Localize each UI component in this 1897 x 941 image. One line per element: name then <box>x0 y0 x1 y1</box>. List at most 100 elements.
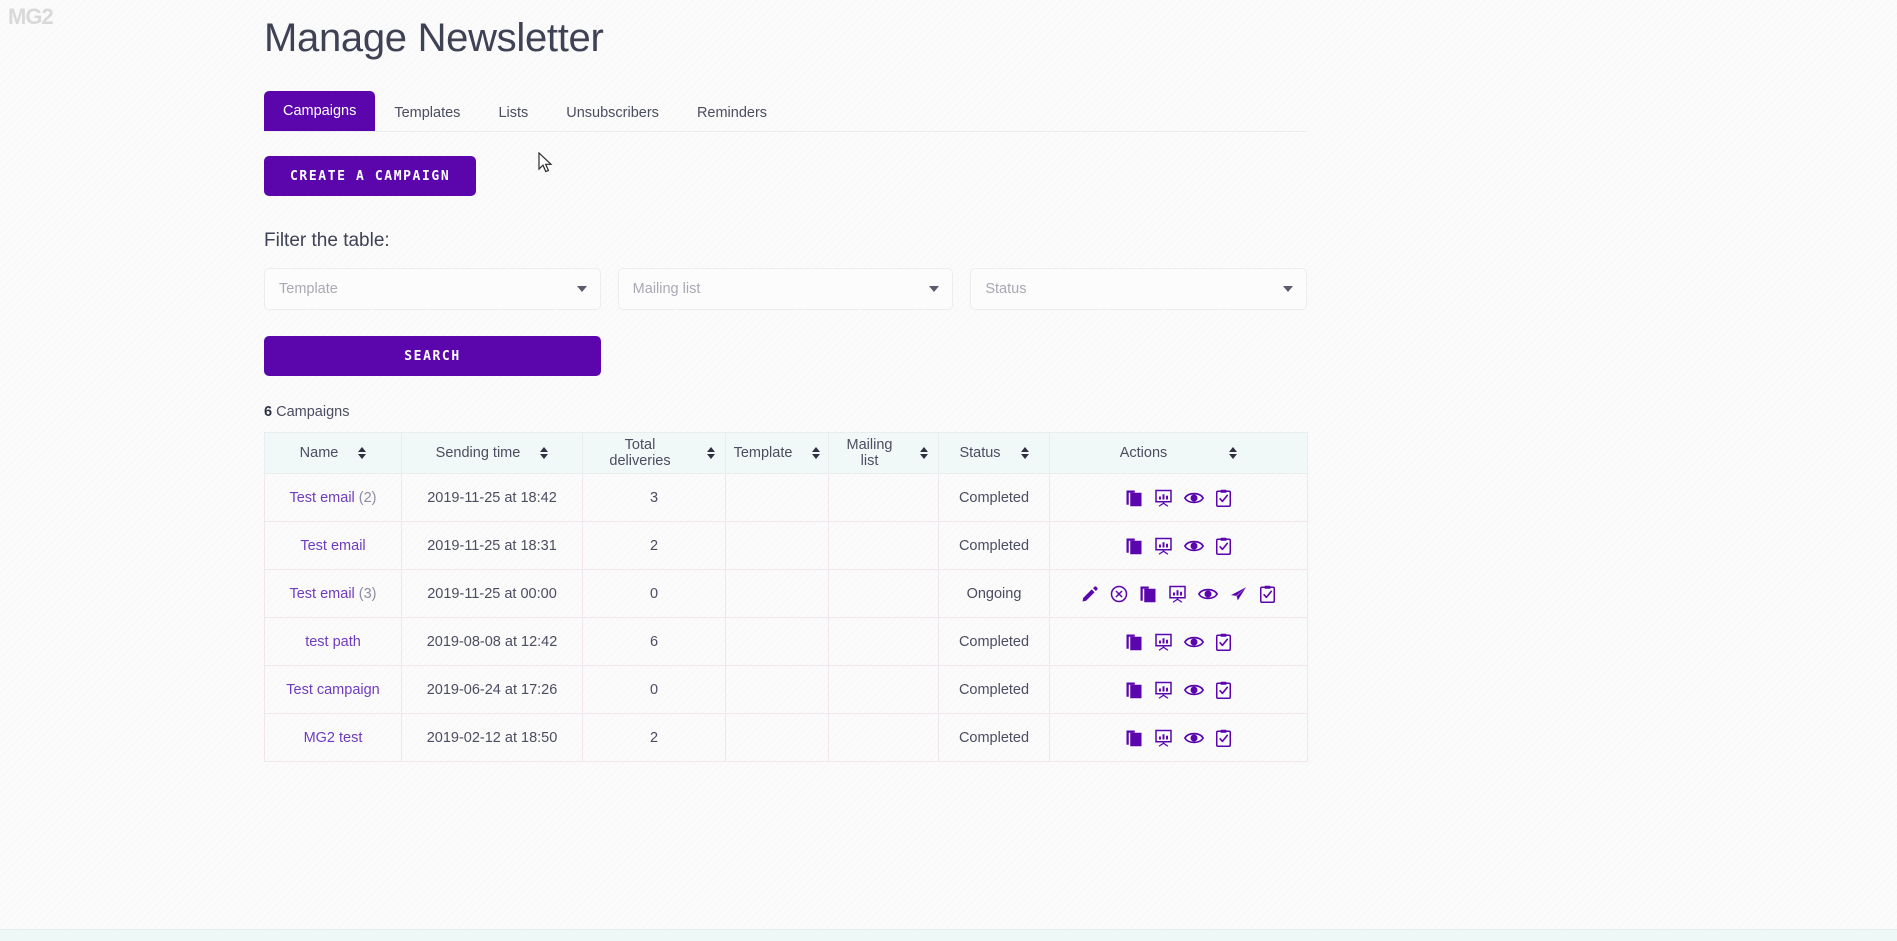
campaign-name-link[interactable]: Test campaign <box>286 682 380 698</box>
cell-name: test path <box>264 617 402 666</box>
copy-icon[interactable] <box>1125 537 1143 555</box>
tab-lists[interactable]: Lists <box>479 95 547 132</box>
cell-sending-time: 2019-08-08 at 12:42 <box>401 617 583 666</box>
results-count-label: Campaigns <box>272 404 350 420</box>
campaign-name-link[interactable]: Test email (2) <box>289 490 376 506</box>
create-campaign-button[interactable]: CREATE A CAMPAIGN <box>264 156 477 196</box>
tab-campaigns[interactable]: Campaigns <box>264 90 376 131</box>
mg2-watermark: MG2 <box>8 4 54 29</box>
clipboard-icon[interactable] <box>1215 729 1232 747</box>
tab-templates[interactable]: Templates <box>375 95 479 132</box>
statistics-icon[interactable] <box>1154 489 1173 507</box>
cell-sending-time: 2019-11-25 at 18:42 <box>401 473 583 522</box>
cell-total-deliveries: 3 <box>582 473 726 522</box>
statistics-icon[interactable] <box>1154 633 1173 651</box>
clipboard-icon[interactable] <box>1259 585 1276 603</box>
clipboard-icon <box>1216 537 1231 555</box>
clipboard-icon[interactable] <box>1215 633 1232 651</box>
template-select-placeholder: Template <box>279 281 338 297</box>
cell-mailing-list <box>828 665 939 714</box>
clipboard-icon[interactable] <box>1215 489 1232 507</box>
cell-template <box>725 473 829 522</box>
copy-icon[interactable] <box>1125 489 1143 507</box>
sort-icon[interactable] <box>1229 447 1238 459</box>
table-row: test path 2019-08-08 at 12:42 6 Completed <box>264 617 1308 666</box>
preview-icon <box>1198 588 1218 599</box>
cell-status: Completed <box>938 617 1050 666</box>
tab-reminders[interactable]: Reminders <box>678 95 786 132</box>
table-row: Test email (2) 2019-11-25 at 18:42 3 Comple… <box>264 473 1308 522</box>
results-count: 6 Campaigns <box>264 404 1307 420</box>
cell-total-deliveries: 2 <box>582 713 726 762</box>
cell-status: Ongoing <box>938 569 1050 618</box>
status-select[interactable]: Status <box>970 268 1308 310</box>
column-header-actions[interactable]: Actions <box>1049 432 1308 474</box>
cell-template <box>725 713 829 762</box>
campaigns-table: Name Sending time Total deliveries Templ… <box>264 432 1308 762</box>
campaign-name-link[interactable]: MG2 test <box>304 730 363 746</box>
cell-sending-time: 2019-06-24 at 17:26 <box>401 665 583 714</box>
statistics-icon[interactable] <box>1154 681 1173 699</box>
column-header-mailing-list[interactable]: Mailing list <box>828 432 939 474</box>
table-row: Test campaign 2019-06-24 at 17:26 0 Complet… <box>264 665 1308 714</box>
mailing-list-select[interactable]: Mailing list <box>617 268 954 310</box>
cell-mailing-list <box>828 617 939 666</box>
copy-icon[interactable] <box>1139 585 1157 603</box>
clipboard-icon <box>1216 633 1231 651</box>
copy-icon <box>1126 490 1142 506</box>
column-header-total-deliveries[interactable]: Total deliveries <box>582 432 726 474</box>
cell-actions <box>1049 665 1308 714</box>
preview-icon[interactable] <box>1198 585 1218 603</box>
cell-sending-time: 2019-11-25 at 18:31 <box>401 521 583 570</box>
statistics-icon[interactable] <box>1168 585 1187 603</box>
cell-mailing-list <box>828 569 939 618</box>
tab-unsubscribers[interactable]: Unsubscribers <box>547 95 678 132</box>
preview-icon[interactable] <box>1184 633 1204 651</box>
preview-icon[interactable] <box>1184 681 1204 699</box>
results-count-number: 6 <box>264 404 273 420</box>
column-label: Mailing list <box>846 437 893 469</box>
page-title: Manage Newsletter <box>264 16 604 60</box>
cell-total-deliveries: 6 <box>582 617 726 666</box>
cell-mailing-list <box>828 473 939 522</box>
campaign-name-link[interactable]: Test email (3) <box>289 586 376 602</box>
sort-icon[interactable] <box>812 447 821 459</box>
filter-section-label: Filter the table: <box>264 230 390 251</box>
column-label: Sending time <box>435 445 521 461</box>
sort-icon[interactable] <box>920 447 928 459</box>
sort-icon[interactable] <box>540 447 549 459</box>
copy-icon[interactable] <box>1125 633 1143 651</box>
column-header-name[interactable]: Name <box>264 432 402 474</box>
cancel-icon[interactable] <box>1110 585 1128 603</box>
copy-icon <box>1126 730 1142 746</box>
column-header-status[interactable]: Status <box>938 432 1050 474</box>
preview-icon[interactable] <box>1184 489 1204 507</box>
cell-template <box>725 521 829 570</box>
send-icon[interactable] <box>1229 585 1248 603</box>
copy-icon[interactable] <box>1125 729 1143 747</box>
column-header-sending-time[interactable]: Sending time <box>401 432 583 474</box>
clipboard-icon[interactable] <box>1215 681 1232 699</box>
clipboard-icon[interactable] <box>1215 537 1232 555</box>
preview-icon[interactable] <box>1184 537 1204 555</box>
statistics-icon[interactable] <box>1154 537 1173 555</box>
clipboard-icon <box>1216 729 1231 747</box>
column-label: Name <box>299 445 339 461</box>
column-header-template[interactable]: Template <box>725 432 829 474</box>
campaign-name-link[interactable]: Test email <box>300 538 365 554</box>
cell-name: Test email <box>264 521 402 570</box>
cell-template <box>725 665 829 714</box>
sort-icon[interactable] <box>707 447 715 459</box>
copy-icon[interactable] <box>1125 681 1143 699</box>
search-button[interactable]: SEARCH <box>264 336 601 376</box>
table-body: Test email (2) 2019-11-25 at 18:42 3 Comple… <box>264 473 1308 762</box>
campaign-name-link[interactable]: test path <box>305 634 361 650</box>
template-select[interactable]: Template <box>264 268 601 310</box>
statistics-icon[interactable] <box>1154 729 1173 747</box>
content-container: Manage Newsletter Campaigns Templates Li… <box>264 0 1308 762</box>
statistics-icon <box>1155 633 1172 651</box>
sort-icon[interactable] <box>358 447 367 459</box>
preview-icon[interactable] <box>1184 729 1204 747</box>
edit-icon[interactable] <box>1081 585 1099 603</box>
sort-icon[interactable] <box>1020 447 1029 459</box>
